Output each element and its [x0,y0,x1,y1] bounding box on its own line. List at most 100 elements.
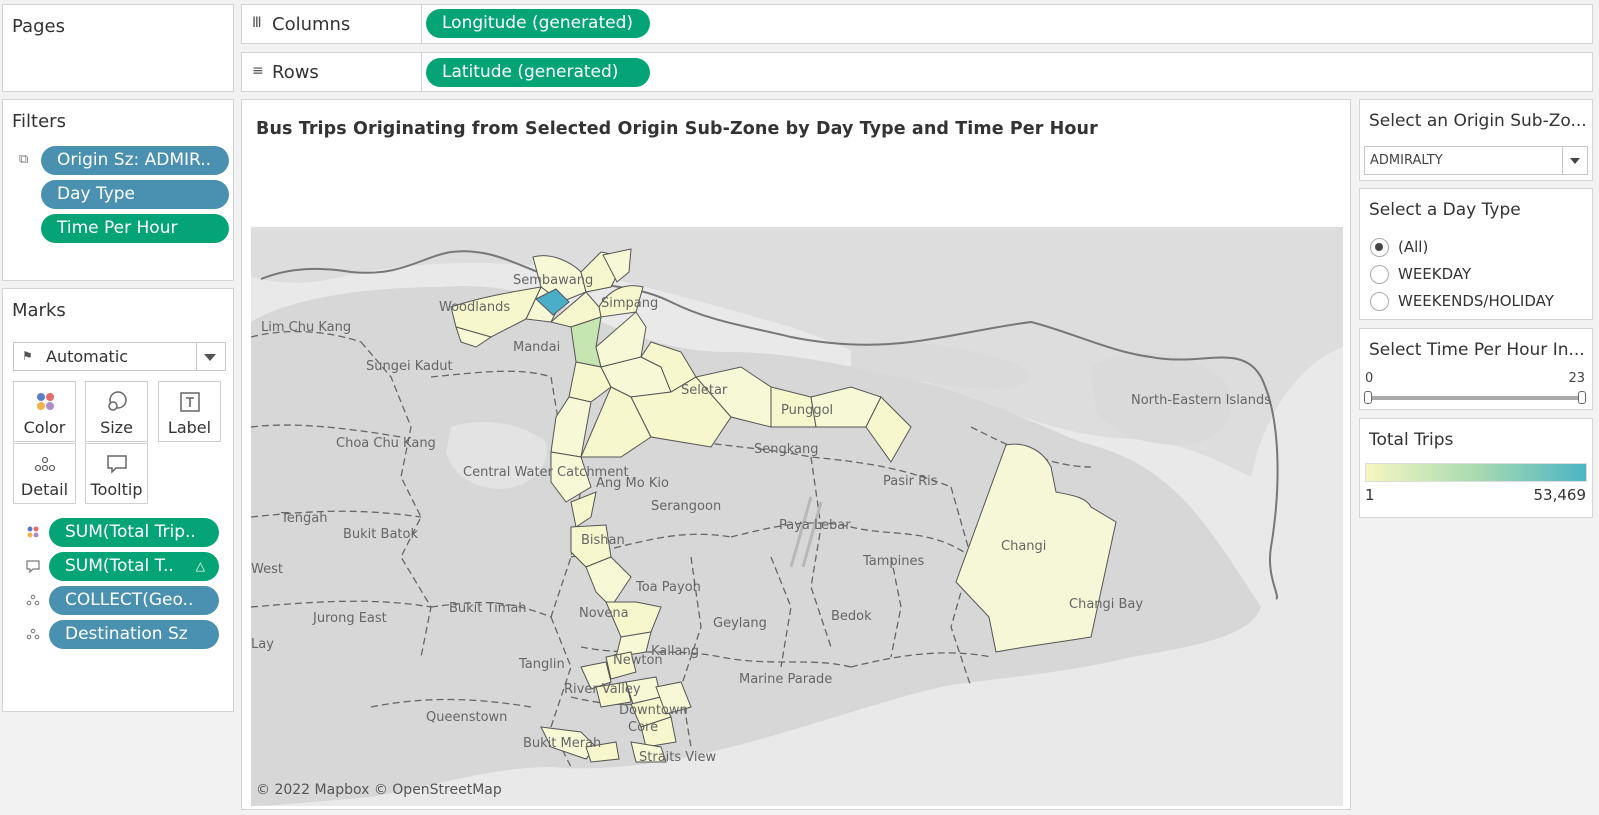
label-bedok: Bedok [831,609,872,624]
time-slider-min: 0 [1365,371,1374,386]
delta-icon: △ [195,559,205,573]
chevron-down-icon [1570,158,1580,164]
legend-title: Total Trips [1369,430,1454,450]
label-lim-chu-kang: Lim Chu Kang [261,320,351,335]
tooltip-field-icon [25,559,41,575]
label-novena: Novena [579,606,629,621]
label-bukit-merah: Bukit Merah [523,736,601,751]
viz-panel: Bus Trips Originating from Selected Orig… [241,99,1351,810]
tooltip-icon [86,452,147,476]
label-downtown: Downtown [619,703,688,718]
label-tampines: Tampines [862,554,925,569]
marks-field-sum-total-trips-tooltip[interactable]: SUM(Total T.. △ [49,552,219,581]
time-slider-card: Select Time Per Hour In... 0 23 [1359,328,1593,410]
label-simpang: Simpang [601,296,658,311]
color-icon [14,390,75,414]
radio-all-label: (All) [1398,238,1429,256]
label-pasir-ris: Pasir Ris [883,474,938,489]
radio-weekday[interactable] [1370,265,1389,284]
time-slider-title: Select Time Per Hour In... [1369,340,1585,360]
legend-gradient [1365,463,1587,482]
rows-pill-latitude[interactable]: Latitude (generated) [426,58,650,87]
label-toa-payoh: Toa Payoh [635,580,701,595]
label-mandai: Mandai [513,340,560,355]
label-bukit-batok: Bukit Batok [343,527,418,542]
label-queenstown: Queenstown [426,710,507,725]
rows-label: Rows [272,62,319,83]
radio-weekends-label: WEEKENDS/HOLIDAY [1398,292,1554,310]
mark-type-dropdown[interactable]: ⚑ Automatic [13,342,226,371]
columns-label: Columns [272,14,351,35]
tooltip-label: Tooltip [90,480,143,499]
day-type-card: Select a Day Type (All) WEEKDAY WEEKENDS… [1359,188,1593,320]
label-button[interactable]: Label [158,381,221,442]
columns-pill-longitude[interactable]: Longitude (generated) [426,9,650,38]
label-serangoon: Serangoon [651,499,721,514]
size-icon [86,390,147,414]
legend-min: 1 [1365,486,1375,504]
label-kallang: Kallang [651,644,699,659]
detail-field-icon [25,593,41,609]
rows-icon: ≡ [252,63,264,79]
pages-title: Pages [12,16,65,37]
filter-time-per-hour[interactable]: Time Per Hour [41,214,229,243]
marks-field-sum-total-trips-color[interactable]: SUM(Total Trip.. [49,518,219,547]
marks-title: Marks [12,300,66,321]
singapore-map[interactable]: Sembawang Woodlands Simpang Lim Chu Kang… [251,227,1343,806]
label-punggol: Punggol [781,403,833,418]
origin-param-card: Select an Origin Sub-Zo... ADMIRALTY [1359,99,1593,181]
detail-label: Detail [20,480,69,499]
label-bukit-timah: Bukit Timah [449,601,527,616]
label-bishan: Bishan [581,533,625,548]
context-filter-icon: ⧉ [19,152,29,167]
columns-icon: Ⅲ [252,15,262,31]
size-button[interactable]: Size [85,381,148,442]
label-sungei-kadut: Sungei Kadut [366,359,453,374]
filters-card: Filters ⧉ Origin Sz: ADMIR.. Day Type Ti… [2,99,234,281]
marks-field-sum-total-trips-tooltip-label: SUM(Total T.. [65,556,174,576]
label-changi-bay: Changi Bay [1069,597,1143,612]
label-north-eastern-islands: North-Eastern Islands [1131,393,1271,408]
day-type-title: Select a Day Type [1369,200,1521,220]
label-lay: Lay [251,637,274,652]
label-river-valley: River Valley [564,682,641,697]
tooltip-button[interactable]: Tooltip [85,443,148,504]
rows-shelf[interactable]: ≡ Rows Latitude (generated) [241,52,1593,92]
detail-button[interactable]: Detail [13,443,76,504]
chevron-down-icon [204,354,216,361]
pages-card: Pages [2,4,234,92]
marks-field-destination-sz[interactable]: Destination Sz [49,620,219,649]
filter-day-type[interactable]: Day Type [41,180,229,209]
label-seletar: Seletar [681,383,728,398]
marks-field-collect-geometry[interactable]: COLLECT(Geo.. [49,586,219,615]
time-slider-handle-min[interactable] [1364,391,1372,404]
label-marine-parade: Marine Parade [739,672,832,687]
viz-title: Bus Trips Originating from Selected Orig… [256,119,1098,139]
legend-max: 53,469 [1533,486,1587,504]
origin-param-value: ADMIRALTY [1370,153,1443,168]
label-changi: Changi [1001,539,1046,554]
label-tengah: Tengah [280,511,327,526]
filters-title: Filters [12,111,66,132]
radio-all[interactable] [1370,238,1389,257]
time-slider-handle-max[interactable] [1578,391,1586,404]
radio-weekends[interactable] [1370,292,1389,311]
label-geylang: Geylang [713,616,767,631]
detail-field-icon-2 [25,627,41,643]
columns-shelf[interactable]: Ⅲ Columns Longitude (generated) [241,4,1593,44]
map-mark-icon: ⚑ [22,349,33,363]
filter-origin-sz[interactable]: Origin Sz: ADMIR.. [41,146,229,175]
label-icon [159,390,220,414]
map-attribution: © 2022 Mapbox © OpenStreetMap [256,782,502,798]
color-field-icon [25,525,41,541]
radio-weekday-label: WEEKDAY [1398,265,1472,283]
label-jurong-east: Jurong East [312,611,387,626]
origin-param-dropdown[interactable]: ADMIRALTY [1364,146,1588,175]
label-label: Label [167,418,212,437]
legend-card: Total Trips 1 53,469 [1359,418,1593,518]
color-button[interactable]: Color [13,381,76,442]
label-woodlands: Woodlands [439,300,510,315]
label-choa-chu-kang: Choa Chu Kang [336,436,436,451]
time-slider-track[interactable] [1368,396,1582,400]
label-tanglin: Tanglin [518,657,565,672]
